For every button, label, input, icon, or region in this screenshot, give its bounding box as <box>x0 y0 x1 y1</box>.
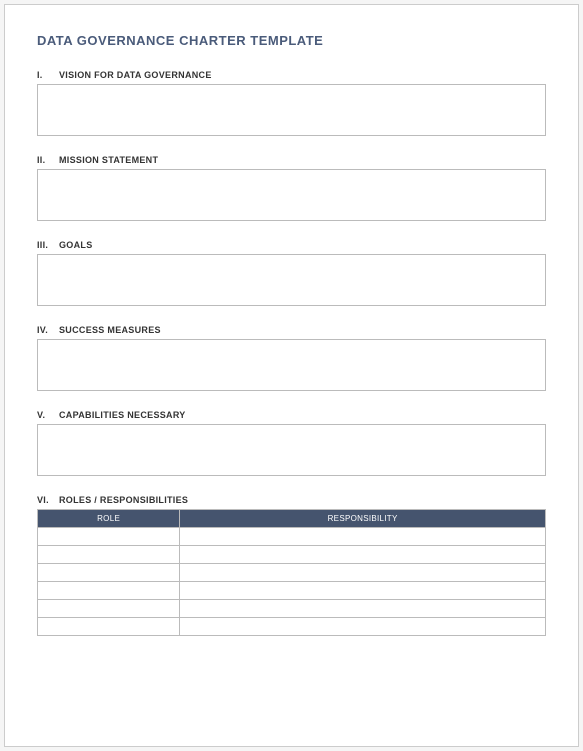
section-label: II. MISSION STATEMENT <box>37 155 546 165</box>
table-row <box>38 600 546 618</box>
cell-role[interactable] <box>38 600 180 618</box>
table-row <box>38 546 546 564</box>
section-capabilities: V. CAPABILITIES NECESSARY <box>37 410 546 481</box>
goals-input[interactable] <box>37 254 546 306</box>
section-vision: I. VISION FOR DATA GOVERNANCE <box>37 70 546 141</box>
capabilities-input[interactable] <box>37 424 546 476</box>
section-heading: MISSION STATEMENT <box>59 155 158 165</box>
table-row <box>38 582 546 600</box>
section-success: IV. SUCCESS MEASURES <box>37 325 546 396</box>
cell-responsibility[interactable] <box>180 546 546 564</box>
section-numeral: IV. <box>37 325 59 335</box>
section-label: V. CAPABILITIES NECESSARY <box>37 410 546 420</box>
section-roles: VI. ROLES / RESPONSIBILITIES ROLE RESPON… <box>37 495 546 636</box>
section-heading: SUCCESS MEASURES <box>59 325 161 335</box>
table-header-row: ROLE RESPONSIBILITY <box>38 510 546 528</box>
cell-role[interactable] <box>38 546 180 564</box>
section-heading: ROLES / RESPONSIBILITIES <box>59 495 188 505</box>
section-heading: VISION FOR DATA GOVERNANCE <box>59 70 212 80</box>
section-label: VI. ROLES / RESPONSIBILITIES <box>37 495 546 505</box>
cell-role[interactable] <box>38 564 180 582</box>
cell-role[interactable] <box>38 528 180 546</box>
section-heading: CAPABILITIES NECESSARY <box>59 410 186 420</box>
section-numeral: I. <box>37 70 59 80</box>
section-goals: III. GOALS <box>37 240 546 311</box>
section-numeral: VI. <box>37 495 59 505</box>
cell-role[interactable] <box>38 618 180 636</box>
page-title: DATA GOVERNANCE CHARTER TEMPLATE <box>37 33 546 48</box>
table-row <box>38 528 546 546</box>
cell-role[interactable] <box>38 582 180 600</box>
document-page: DATA GOVERNANCE CHARTER TEMPLATE I. VISI… <box>4 4 579 747</box>
cell-responsibility[interactable] <box>180 582 546 600</box>
cell-responsibility[interactable] <box>180 618 546 636</box>
roles-table: ROLE RESPONSIBILITY <box>37 509 546 636</box>
cell-responsibility[interactable] <box>180 564 546 582</box>
col-role: ROLE <box>38 510 180 528</box>
section-label: III. GOALS <box>37 240 546 250</box>
success-input[interactable] <box>37 339 546 391</box>
section-heading: GOALS <box>59 240 93 250</box>
section-label: I. VISION FOR DATA GOVERNANCE <box>37 70 546 80</box>
cell-responsibility[interactable] <box>180 600 546 618</box>
section-numeral: II. <box>37 155 59 165</box>
section-numeral: III. <box>37 240 59 250</box>
col-responsibility: RESPONSIBILITY <box>180 510 546 528</box>
section-numeral: V. <box>37 410 59 420</box>
table-row <box>38 618 546 636</box>
vision-input[interactable] <box>37 84 546 136</box>
cell-responsibility[interactable] <box>180 528 546 546</box>
section-mission: II. MISSION STATEMENT <box>37 155 546 226</box>
mission-input[interactable] <box>37 169 546 221</box>
section-label: IV. SUCCESS MEASURES <box>37 325 546 335</box>
table-row <box>38 564 546 582</box>
